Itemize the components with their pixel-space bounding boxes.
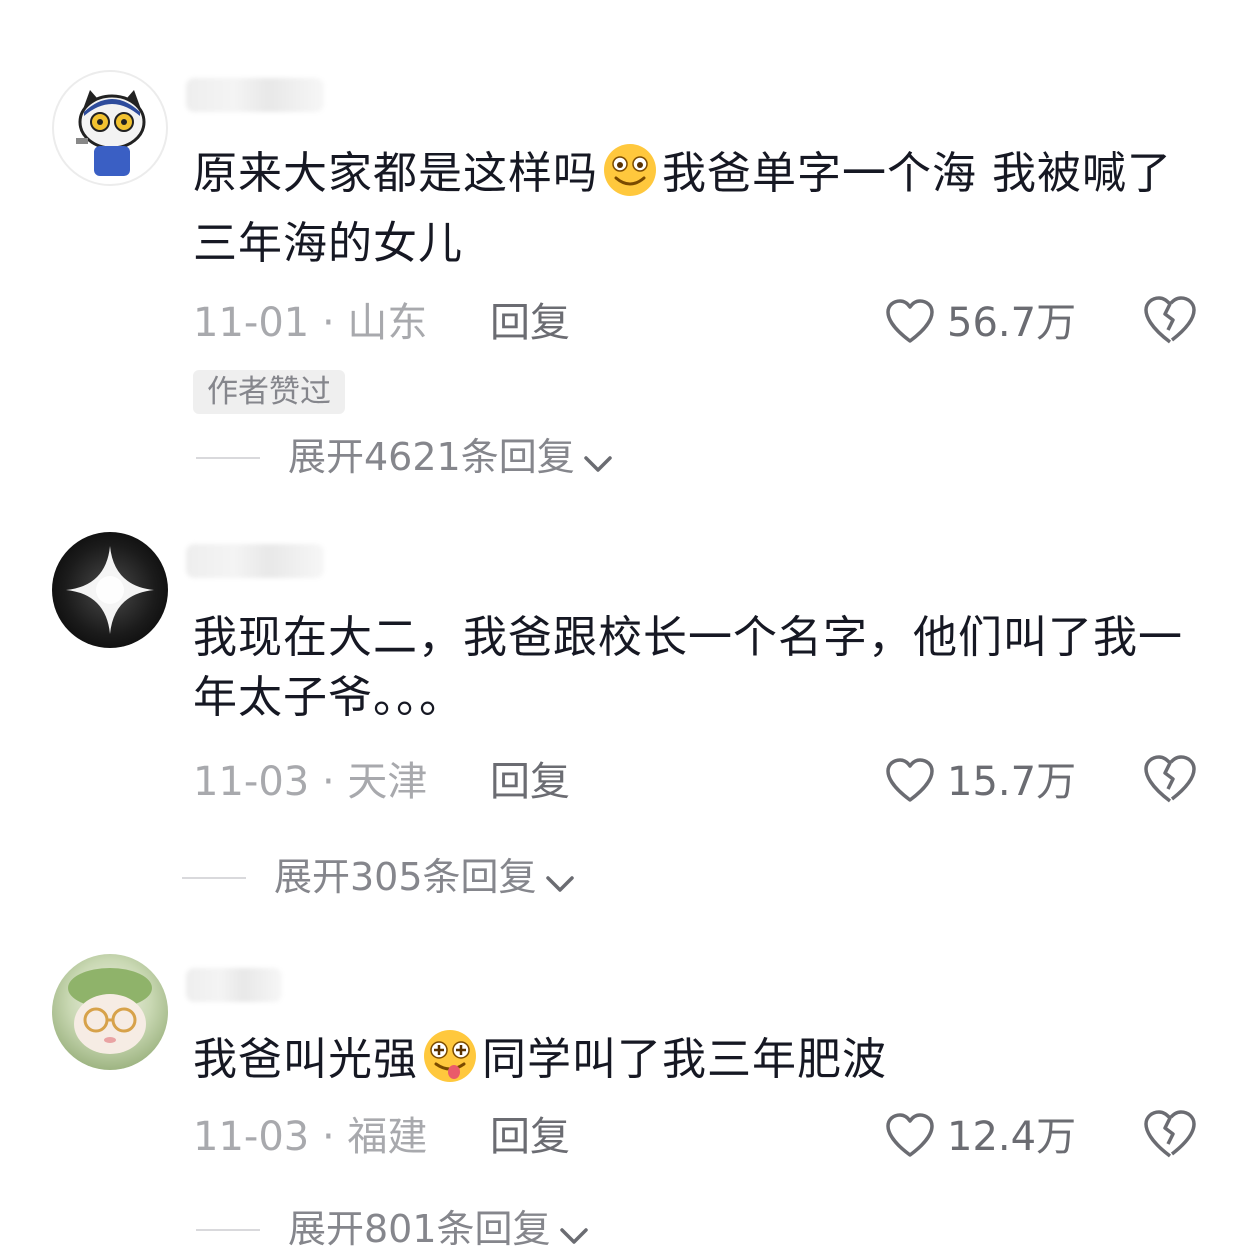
comment-date: 11-03 (193, 1114, 310, 1160)
like-count: 12.4万 (947, 1114, 1077, 1160)
cartoon-cat-avatar-icon (76, 90, 146, 176)
comment-text-part: 我现在大二，我爸跟校长一个名字，他们叫了我一年太子爷。。。 (193, 612, 1183, 723)
expand-replies-text: 展开305条回复 (274, 852, 575, 902)
date-location: 11-03 · 福建 (193, 1107, 427, 1167)
dark-sparkle-avatar-icon (66, 546, 154, 634)
author-liked-badge: 作者赞过 (193, 370, 345, 414)
comment-text-part: 同学叫了我三年肥波 (482, 1034, 887, 1085)
expand-replies-text: 展开801条回复 (288, 1204, 589, 1254)
green-character-avatar-icon (68, 968, 152, 1054)
chevron-down-icon (583, 456, 612, 472)
broken-heart-icon (1144, 296, 1196, 344)
comment-location: 福建 (347, 1114, 428, 1160)
expand-replies-text: 展开4621条回复 (288, 432, 613, 482)
username-blurred[interactable] (186, 78, 324, 112)
divider-line (182, 877, 246, 879)
reply-button[interactable]: 回复 (490, 293, 570, 353)
reply-button[interactable]: 回复 (490, 1107, 570, 1167)
comment-text-part: 我爸叫光强 (193, 1034, 418, 1085)
comment-text: 原来大家都是这样吗 我爸单字一个海 我被喊了三年海的女儿 (193, 142, 1213, 274)
comment-date: 11-03 (193, 759, 310, 805)
comment-location: 天津 (347, 759, 428, 805)
dislike-button[interactable] (1143, 755, 1197, 809)
like-count: 56.7万 (947, 300, 1077, 346)
smile-emoji-icon (600, 142, 660, 214)
comment-location: 山东 (347, 300, 428, 346)
divider-line (196, 1229, 260, 1231)
dislike-button[interactable] (1143, 1110, 1197, 1164)
chevron-down-icon (559, 1228, 588, 1244)
broken-heart-icon (1144, 1110, 1196, 1158)
heart-icon (886, 299, 934, 343)
avatar[interactable] (52, 532, 168, 648)
expand-replies-label: 展开4621条回复 (288, 435, 575, 479)
username-blurred[interactable] (186, 968, 282, 1002)
broken-heart-icon (1144, 755, 1196, 803)
comment-text: 我现在大二，我爸跟校长一个名字，他们叫了我一年太子爷。。。 (193, 608, 1213, 728)
chevron-down-icon (545, 876, 574, 892)
silly-tongue-emoji-icon (420, 1028, 480, 1100)
username-blurred[interactable] (186, 544, 324, 578)
dislike-button[interactable] (1143, 296, 1197, 350)
reply-button[interactable]: 回复 (490, 752, 570, 812)
heart-icon (886, 758, 934, 802)
divider-line (196, 457, 260, 459)
like-count: 15.7万 (947, 759, 1077, 805)
comment-date: 11-01 (193, 300, 310, 346)
comment-text: 我爸叫光强 同学叫了我三年肥波 (193, 1028, 1213, 1100)
heart-icon (886, 1113, 934, 1157)
expand-replies-label: 展开801条回复 (288, 1207, 551, 1251)
avatar[interactable] (52, 954, 168, 1070)
meta-separator: · (309, 759, 348, 805)
avatar[interactable] (52, 70, 168, 186)
meta-separator: · (309, 300, 348, 346)
meta-separator: · (309, 1114, 348, 1160)
comment-text-part: 原来大家都是这样吗 (193, 148, 598, 199)
expand-replies-label: 展开305条回复 (274, 855, 537, 899)
date-location: 11-01 · 山东 (193, 293, 427, 353)
date-location: 11-03 · 天津 (193, 752, 427, 812)
